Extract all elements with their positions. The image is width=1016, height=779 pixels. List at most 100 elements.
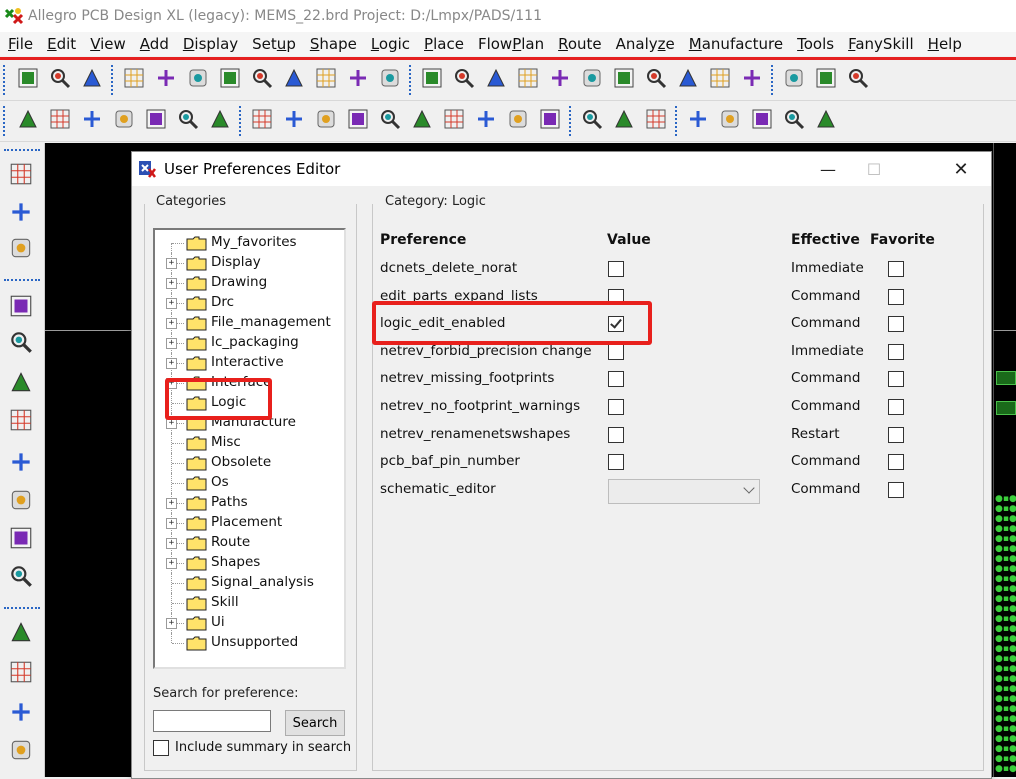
expand-icon[interactable]: +	[166, 618, 177, 629]
shape-rect-button[interactable]	[281, 108, 307, 134]
tree-item-shapes[interactable]: + Shapes	[155, 553, 344, 573]
menu-edit[interactable]: Edit	[39, 35, 82, 53]
search-button[interactable]: Search	[285, 710, 345, 736]
layers-button[interactable]	[845, 67, 871, 93]
toolbar-grip[interactable]	[3, 65, 9, 95]
maximize-button[interactable]: ☐	[851, 152, 897, 186]
dimension2-button[interactable]	[643, 108, 669, 134]
menu-analyze[interactable]: Analyze	[608, 35, 681, 53]
search-input[interactable]	[153, 710, 271, 732]
expand-icon[interactable]: +	[166, 318, 177, 329]
toolbar-grip[interactable]	[4, 607, 40, 611]
place-gray-button[interactable]	[175, 108, 201, 134]
menu-route[interactable]: Route	[550, 35, 608, 53]
zoom-prev-button[interactable]	[611, 67, 637, 93]
menu-tools[interactable]: Tools	[789, 35, 840, 53]
dialog-title-bar[interactable]: User Preferences Editor — ☐ ✕	[132, 152, 991, 186]
expand-icon[interactable]: +	[166, 538, 177, 549]
schematic-editor-select[interactable]	[608, 478, 760, 504]
include-summary-checkbox[interactable]	[153, 740, 169, 756]
menu-fanyskill[interactable]: FanySkill	[840, 35, 920, 53]
tree-item-ic_packaging[interactable]: + Ic_packaging	[155, 333, 344, 353]
expand-icon[interactable]: +	[166, 378, 177, 389]
favorite-checkbox[interactable]	[888, 481, 904, 498]
shape-poly-button[interactable]	[505, 108, 531, 134]
move-button[interactable]	[121, 67, 147, 93]
expand-icon[interactable]: +	[166, 278, 177, 289]
color-button[interactable]	[813, 67, 839, 93]
grid-button[interactable]	[781, 67, 807, 93]
tree-item-interface[interactable]: + Interface	[155, 373, 344, 393]
grid-select-button[interactable]	[451, 67, 477, 93]
place-green4-button[interactable]	[111, 108, 137, 134]
place-green5-button[interactable]	[143, 108, 169, 134]
tree-item-signal_analysis[interactable]: Signal_analysis	[155, 573, 344, 593]
toolbar-grip[interactable]	[4, 279, 40, 283]
menu-display[interactable]: Display	[175, 35, 244, 53]
redo-down-button[interactable]	[313, 67, 339, 93]
tree-item-logic[interactable]: Logic	[155, 393, 344, 413]
favorite-checkbox[interactable]	[888, 426, 904, 443]
menu-help[interactable]: Help	[920, 35, 968, 53]
bus-button[interactable]	[8, 487, 34, 513]
menu-flowplan[interactable]: FlowPlan	[470, 35, 550, 53]
toolbar-grip[interactable]	[3, 106, 9, 136]
shape-corner-button[interactable]	[249, 108, 275, 134]
layer-stack-button[interactable]	[8, 161, 34, 187]
delete-button[interactable]	[185, 67, 211, 93]
add-connect-button[interactable]	[8, 293, 34, 319]
shape-frame-button[interactable]	[377, 108, 403, 134]
tree-item-skill[interactable]: Skill	[155, 593, 344, 613]
menu-setup[interactable]: Setup	[244, 35, 302, 53]
fanout-button[interactable]	[8, 407, 34, 433]
dimension-button[interactable]	[611, 108, 637, 134]
camera-button[interactable]	[781, 108, 807, 134]
merge-button[interactable]	[537, 108, 563, 134]
tree-item-interactive[interactable]: + Interactive	[155, 353, 344, 373]
zoom-world-button[interactable]	[643, 67, 669, 93]
menu-place[interactable]: Place	[416, 35, 470, 53]
3d-button[interactable]	[707, 67, 733, 93]
abc-edit-button[interactable]	[8, 737, 34, 763]
expand-icon[interactable]: +	[166, 338, 177, 349]
settings-button[interactable]	[813, 108, 839, 134]
value-checkbox[interactable]	[608, 371, 624, 388]
tree-item-placement[interactable]: + Placement	[155, 513, 344, 533]
menu-logic[interactable]: Logic	[363, 35, 416, 53]
tree-item-paths[interactable]: + Paths	[155, 493, 344, 513]
shape-square-button[interactable]	[441, 108, 467, 134]
pattern-grid-button[interactable]	[8, 525, 34, 551]
value-checkbox[interactable]	[608, 316, 624, 333]
route-arrows-button[interactable]	[8, 449, 34, 475]
pin-button[interactable]	[377, 67, 403, 93]
green-blob-button[interactable]	[345, 67, 371, 93]
value-checkbox[interactable]	[608, 261, 624, 277]
refresh-button[interactable]	[675, 67, 701, 93]
tree-item-route[interactable]: + Route	[155, 533, 344, 553]
tree-item-drc[interactable]: + Drc	[155, 293, 344, 313]
value-checkbox[interactable]	[608, 399, 624, 415]
abc-add-button[interactable]	[8, 699, 34, 725]
tune-button[interactable]	[8, 563, 34, 589]
cross-section-button[interactable]	[717, 108, 743, 134]
expand-icon[interactable]: +	[166, 558, 177, 569]
component-button[interactable]	[579, 108, 605, 134]
zoom-out-button[interactable]	[579, 67, 605, 93]
copy-button[interactable]	[153, 67, 179, 93]
grid-snap-button[interactable]	[419, 67, 445, 93]
expand-icon[interactable]: +	[166, 358, 177, 369]
swap-button[interactable]	[8, 235, 34, 261]
u1-component-button[interactable]	[8, 199, 34, 225]
open-folder-button[interactable]	[47, 67, 73, 93]
undo-down-button[interactable]	[249, 67, 275, 93]
rectangle-button[interactable]	[8, 659, 34, 685]
tree-item-os[interactable]: Os	[155, 473, 344, 493]
place-green-button[interactable]	[15, 108, 41, 134]
zoom-in-button[interactable]	[547, 67, 573, 93]
menu-add[interactable]: Add	[132, 35, 175, 53]
zoom-area-button[interactable]	[515, 67, 541, 93]
favorite-checkbox[interactable]	[888, 454, 904, 471]
flip-button[interactable]	[739, 67, 765, 93]
category-tree[interactable]: My_favorites + Display + Drawing + Drc + File_ma…	[153, 228, 346, 669]
tree-item-display[interactable]: + Display	[155, 253, 344, 273]
